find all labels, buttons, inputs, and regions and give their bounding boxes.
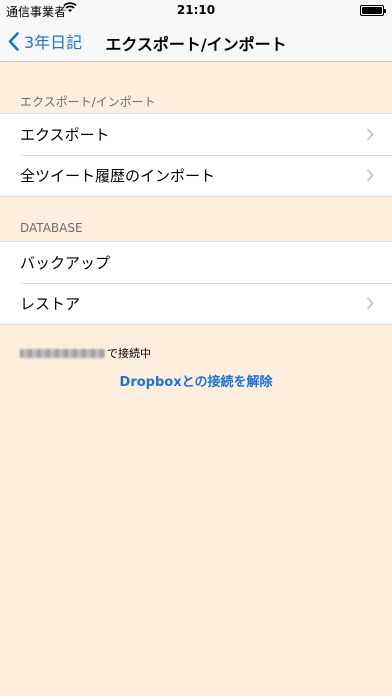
battery-icon [360, 5, 386, 16]
disconnect-dropbox-button[interactable]: Dropboxとの接続を解除 [0, 371, 392, 390]
page-title: エクスポート/インポート [105, 35, 287, 54]
battery-level [362, 7, 382, 14]
database-group: バックアップ レストア [0, 241, 392, 325]
restore-cell[interactable]: レストア [0, 283, 392, 324]
dropbox-connection-status: で接続中 [20, 345, 151, 361]
chevron-right-icon [366, 128, 374, 141]
import-tweet-history-label: 全ツイート履歴のインポート [20, 167, 216, 185]
restore-label: レストア [20, 295, 81, 313]
export-import-group: エクスポート 全ツイート履歴のインポート [0, 113, 392, 197]
export-cell[interactable]: エクスポート [0, 114, 392, 155]
chevron-right-icon [366, 297, 374, 310]
navigation-bar: 3年日記 エクスポート/インポート [0, 20, 392, 62]
section-header-database: DATABASE [20, 221, 83, 235]
chevron-right-icon [366, 169, 374, 182]
connected-suffix: で接続中 [107, 347, 151, 360]
import-tweet-history-cell[interactable]: 全ツイート履歴のインポート [0, 155, 392, 196]
status-bar: 通信事業者 21:10 [0, 0, 392, 20]
backup-cell[interactable]: バックアップ [0, 242, 392, 283]
section-header-export-import: エクスポート/インポート [20, 95, 156, 109]
backup-label: バックアップ [20, 254, 111, 272]
export-label: エクスポート [20, 126, 110, 144]
blurred-account-name [20, 348, 105, 358]
clock: 21:10 [176, 3, 216, 17]
